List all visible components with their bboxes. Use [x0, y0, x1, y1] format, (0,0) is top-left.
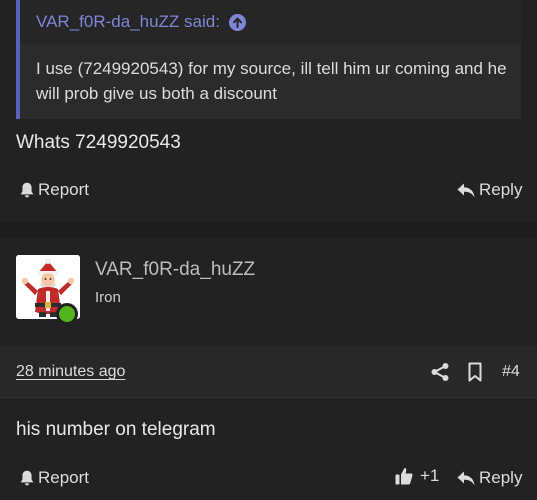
report-label: Report [38, 468, 90, 487]
bookmark-icon[interactable] [463, 360, 487, 384]
post-message: his number on telegram [16, 419, 216, 440]
quote-text: I use (7249920543) for my source, ill te… [36, 59, 507, 103]
quote-block: VAR_f0R-da_huZZ said: I use (7249920543)… [16, 0, 521, 119]
quote-author[interactable]: VAR_f0R-da_huZZ said: [36, 12, 220, 32]
quote-header: VAR_f0R-da_huZZ said: [20, 0, 521, 44]
thumbs-up-icon [395, 468, 413, 485]
like-button[interactable]: +1 [395, 466, 439, 486]
post-message: Whats 7249920543 [16, 132, 181, 153]
report-label: Report [38, 180, 90, 199]
share-icon[interactable] [428, 360, 452, 384]
post-timestamp[interactable]: 28 minutes ago [16, 363, 125, 381]
user-rank: Iron [95, 289, 121, 306]
bell-icon [20, 470, 34, 486]
report-button[interactable]: Report [20, 180, 89, 200]
like-count: +1 [420, 466, 440, 485]
post-meta-bar: 28 minutes ago #4 [0, 346, 537, 398]
bell-icon [20, 182, 34, 198]
post-number[interactable]: #4 [502, 363, 520, 381]
report-button[interactable]: Report [20, 468, 89, 488]
user-info: VAR_f0R-da_huZZ Iron [0, 239, 537, 357]
username[interactable]: VAR_f0R-da_huZZ [95, 259, 255, 281]
online-status-indicator [56, 303, 78, 325]
post-4: VAR_f0R-da_huZZ Iron 28 minutes ago #4 h… [0, 239, 537, 500]
reply-button[interactable]: Reply [457, 468, 522, 488]
reply-label: Reply [479, 180, 523, 199]
arrow-up-circle-icon[interactable] [228, 13, 246, 31]
reply-arrow-icon [457, 183, 475, 197]
reply-arrow-icon [457, 471, 475, 485]
reply-button[interactable]: Reply [457, 180, 522, 200]
post-3: VAR_f0R-da_huZZ said: I use (7249920543)… [0, 0, 537, 222]
reply-label: Reply [479, 468, 523, 487]
